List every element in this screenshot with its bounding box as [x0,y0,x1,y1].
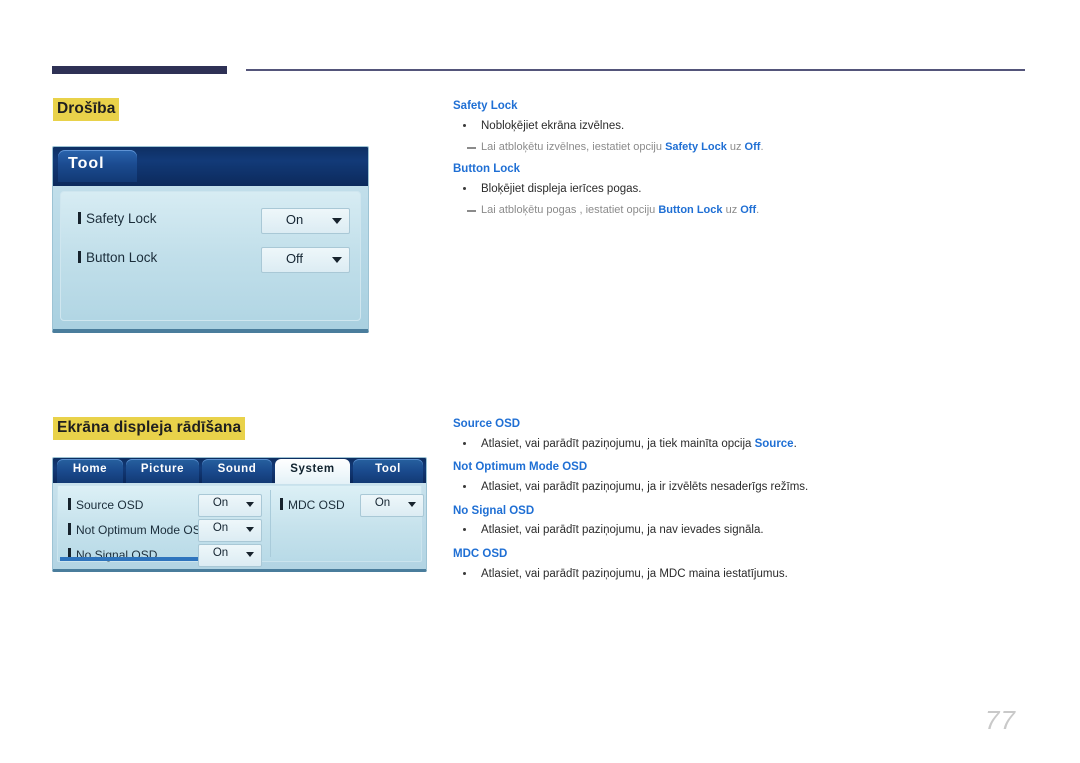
chevron-down-icon [246,552,254,557]
osd-row-not-optimum-mode-osd: Not Optimum Mode OSD On [58,519,421,545]
note-button-lock: Lai atbloķētu pogas , iestatiet opciju B… [453,203,1025,218]
note-button-lock-keyword-1: Button Lock [658,204,723,217]
osd-system-body: Source OSD On Not Optimum Mode OSD On No… [57,485,424,567]
note-safety-lock: Lai atbloķētu izvēlnes, iestatiet opciju… [453,140,1025,155]
osd-tab-system[interactable]: System [275,459,350,484]
osd-row-mdc-osd: MDC OSD On [280,494,426,517]
description-block-security: Safety Lock Nobloķējiet ekrāna izvēlnes.… [453,100,1025,226]
osd-select-source-osd-value: On [212,497,229,509]
bullet-mdc-osd-text: Atlasiet, vai parādīt paziņojumu, ja MDC… [481,567,788,580]
osd-tab-picture[interactable]: Picture [126,459,199,483]
bullet-source-osd-post: . [793,437,797,450]
osd-tab-sound[interactable]: Sound [202,459,272,483]
osd-screenshot-system: Home Picture Sound System Tool Source OS… [52,457,427,572]
note-safety-lock-mid: uz [726,141,745,154]
bullet-dot-icon [463,528,466,532]
osd-label-not-optimum-mode-osd: Not Optimum Mode OSD [68,523,209,537]
osd-row-safety-lock: Safety Lock On [61,207,360,234]
chevron-down-icon [246,527,254,532]
bullet-dot-icon [463,186,466,190]
page-number: 77 [985,705,1016,735]
bullet-safety-lock: Nobloķējiet ekrāna izvēlnes. [453,119,1025,135]
note-safety-lock-post: . [760,141,764,154]
osd-tab-system-label: System [290,463,335,475]
bullet-dot-icon [463,485,466,489]
bullet-mdc-osd: Atlasiet, vai parādīt paziņojumu, ja MDC… [453,567,1025,583]
header-rule-thick [52,66,227,74]
osd-select-source-osd[interactable]: On [198,494,262,517]
chevron-down-icon [332,218,342,224]
osd-tab-tool-label: Tool [375,463,401,475]
osd-tab-tool-label: Tool [68,155,105,172]
osd-select-mdc-osd-value: On [374,497,391,509]
osd-select-mdc-osd[interactable]: On [360,494,424,517]
chevron-down-icon [246,502,254,507]
osd-row-button-lock: Button Lock Off [61,246,360,273]
osd-select-no-signal-osd[interactable]: On [198,544,262,567]
osd-tab-home-label: Home [72,463,108,475]
term-not-optimum-mode-osd: Not Optimum Mode OSD [453,461,588,474]
note-safety-lock-keyword-2: Off [744,141,761,154]
note-safety-lock-pre: Lai atbloķētu izvēlnes, iestatiet opciju [481,141,666,154]
bullet-button-lock: Bloķējiet displeja ierīces pogas. [453,182,1025,198]
header-rule-thin [246,69,1025,71]
osd-scroll-indicator[interactable] [60,557,198,561]
bullet-source-osd-pre: Atlasiet, vai parādīt paziņojumu, ja tie… [481,437,755,450]
term-safety-lock: Safety Lock [453,100,518,112]
term-mdc-osd: MDC OSD [453,547,508,560]
description-block-osd-display: Source OSD Atlasiet, vai parādīt paziņoj… [453,418,1025,591]
note-safety-lock-keyword-1: Safety Lock [665,141,727,154]
osd-tool-body: Safety Lock On Button Lock Off [60,191,361,321]
bullet-safety-lock-text: Nobloķējiet ekrāna izvēlnes. [481,119,625,132]
osd-select-button-lock[interactable]: Off [261,247,350,273]
note-button-lock-mid: uz [722,204,741,217]
bullet-dot-icon [463,441,466,445]
bullet-no-signal-osd-text: Atlasiet, vai parādīt paziņojumu, ja nav… [481,524,764,537]
osd-select-safety-lock[interactable]: On [261,208,350,234]
note-dash-icon [467,147,476,150]
osd-select-not-optimum-mode-osd-value: On [212,522,229,534]
bullet-not-optimum-mode-osd: Atlasiet, vai parādīt paziņojumu, ja ir … [453,480,1025,496]
osd-screenshot-tool: Tool Safety Lock On Button Lock Off [52,146,369,333]
note-button-lock-keyword-2: Off [740,204,757,217]
bullet-source-osd: Atlasiet, vai parādīt paziņojumu, ja tie… [453,437,1025,453]
section-heading-osd-display: Ekrāna displeja rādīšana [53,417,246,440]
note-button-lock-post: . [756,204,760,217]
bullet-button-lock-text: Bloķējiet displeja ierīces pogas. [481,182,642,195]
note-dash-icon [467,210,476,213]
chevron-down-icon [332,257,342,263]
chevron-down-icon [408,502,416,507]
osd-select-button-lock-value: Off [285,251,304,266]
bullet-dot-icon [463,571,466,575]
osd-label-safety-lock: Safety Lock [78,211,157,226]
osd-tab-tool[interactable]: Tool [353,459,423,483]
term-button-lock: Button Lock [453,163,521,176]
osd-tab-picture-label: Picture [140,463,185,475]
bullet-dot-icon [463,123,466,127]
osd-tab-sound-label: Sound [217,463,257,475]
osd-select-no-signal-osd-value: On [212,547,229,559]
osd-tab-home[interactable]: Home [57,459,123,483]
osd-select-safety-lock-value: On [285,212,304,227]
osd-select-not-optimum-mode-osd[interactable]: On [198,519,262,542]
term-no-signal-osd: No Signal OSD [453,504,535,517]
section-heading-security: Drošība [53,98,120,121]
term-source-osd: Source OSD [453,418,521,430]
osd-label-source-osd: Source OSD [68,498,143,512]
osd-label-mdc-osd: MDC OSD [280,498,345,512]
osd-label-button-lock: Button Lock [78,250,157,265]
bullet-not-optimum-mode-osd-text: Atlasiet, vai parādīt paziņojumu, ja ir … [481,481,809,494]
bullet-source-osd-keyword: Source [754,437,794,450]
bullet-no-signal-osd: Atlasiet, vai parādīt paziņojumu, ja nav… [453,523,1025,539]
note-button-lock-pre: Lai atbloķētu pogas , iestatiet opciju [481,204,659,217]
